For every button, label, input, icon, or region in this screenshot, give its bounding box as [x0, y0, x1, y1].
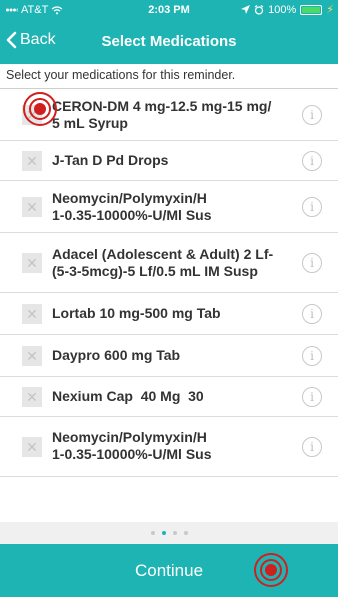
page-title: Select Medications	[101, 33, 237, 50]
checkbox-icon[interactable]: ✕	[22, 197, 42, 217]
info-icon[interactable]: i	[302, 346, 322, 366]
info-icon[interactable]: i	[302, 387, 322, 407]
instruction-text: Select your medications for this reminde…	[6, 68, 236, 82]
medication-row[interactable]: ✕ Neomycin/Polymyxin/H 1-0.35-10000%-U/M…	[0, 417, 338, 477]
checkbox-icon[interactable]: ✕	[22, 151, 42, 171]
tap-target-icon	[254, 553, 288, 587]
medication-name-line: CERON-DM 4 mg-12.5 mg-15 mg/	[52, 98, 272, 114]
charging-icon: ⚡	[326, 4, 334, 16]
status-right: 100% ⚡	[241, 3, 334, 16]
page-dot[interactable]	[172, 531, 177, 535]
alarm-icon	[254, 4, 264, 15]
checkbox-icon[interactable]: ✕	[22, 304, 42, 324]
info-icon[interactable]: i	[302, 105, 322, 125]
medication-name: Nexium Cap 40 Mg 30	[52, 388, 290, 405]
medication-name: Daypro 600 mg Tab	[52, 347, 290, 364]
tap-target-icon	[23, 92, 57, 126]
location-icon	[241, 5, 251, 14]
medication-name: Neomycin/Polymyxin/H 1-0.35-10000%-U/Ml …	[52, 190, 290, 224]
medication-row[interactable]: ✕ Neomycin/Polymyxin/H 1-0.35-10000%-U/M…	[0, 181, 338, 233]
header: AT&T 2:03 PM 100% ⚡ Back Select Medicati…	[0, 0, 338, 64]
page-dot[interactable]	[150, 531, 155, 535]
medication-name-line: 5 mL Syrup	[52, 115, 128, 131]
medication-name: Lortab 10 mg-500 mg Tab	[52, 305, 290, 322]
info-icon[interactable]: i	[302, 197, 322, 217]
info-icon[interactable]: i	[302, 253, 322, 273]
medication-name: CERON-DM 4 mg-12.5 mg-15 mg/ 5 mL Syrup	[52, 98, 290, 132]
checkbox-icon[interactable]: ✕	[22, 387, 42, 407]
medication-name-line: Nexium Cap 40 Mg 30	[52, 388, 204, 404]
medication-name-line: 1-0.35-10000%-U/Ml Sus	[52, 207, 212, 223]
page-dot[interactable]	[161, 531, 166, 535]
medication-row[interactable]: ✕ Adacel (Adolescent & Adult) 2 Lf- (5-3…	[0, 233, 338, 293]
medication-name-line: 1-0.35-10000%-U/Ml Sus	[52, 446, 212, 462]
checkbox-icon[interactable]: ✕	[22, 346, 42, 366]
medication-row[interactable]: ✕ Daypro 600 mg Tab i	[0, 335, 338, 377]
status-bar: AT&T 2:03 PM 100% ⚡	[0, 0, 338, 20]
medication-name-line: (5-3-5mcg)-5 Lf/0.5 mL IM Susp	[52, 263, 258, 279]
medication-name-line: Neomycin/Polymyxin/H	[52, 429, 207, 445]
battery-icon	[300, 4, 323, 15]
checkbox-icon[interactable]: ✕	[22, 253, 42, 273]
info-icon[interactable]: i	[302, 304, 322, 324]
battery-label: 100%	[268, 3, 297, 16]
info-icon[interactable]: i	[302, 437, 322, 457]
page-indicator[interactable]	[0, 522, 338, 544]
medication-row[interactable]: ✕ Nexium Cap 40 Mg 30 i	[0, 377, 338, 417]
nav-bar: Back Select Medications	[0, 28, 338, 60]
medication-name: Adacel (Adolescent & Adult) 2 Lf- (5-3-5…	[52, 246, 290, 280]
checkbox-icon[interactable]: ✕	[22, 437, 42, 457]
info-icon[interactable]: i	[302, 151, 322, 171]
medication-name: Neomycin/Polymyxin/H 1-0.35-10000%-U/Ml …	[52, 429, 290, 463]
medication-row[interactable]: ✕ J-Tan D Pd Drops i	[0, 141, 338, 181]
medication-name: J-Tan D Pd Drops	[52, 152, 290, 169]
medication-name-line: Daypro 600 mg Tab	[52, 347, 181, 363]
page-dot[interactable]	[183, 531, 188, 535]
medication-row[interactable]: ✕ Lortab 10 mg-500 mg Tab i	[0, 293, 338, 335]
medication-name-line: Adacel (Adolescent & Adult) 2 Lf-	[52, 246, 274, 262]
medication-name-line: Lortab 10 mg-500 mg Tab	[52, 305, 221, 321]
medication-name-line: J-Tan D Pd Drops	[52, 152, 169, 168]
medication-name-line: Neomycin/Polymyxin/H	[52, 190, 207, 206]
